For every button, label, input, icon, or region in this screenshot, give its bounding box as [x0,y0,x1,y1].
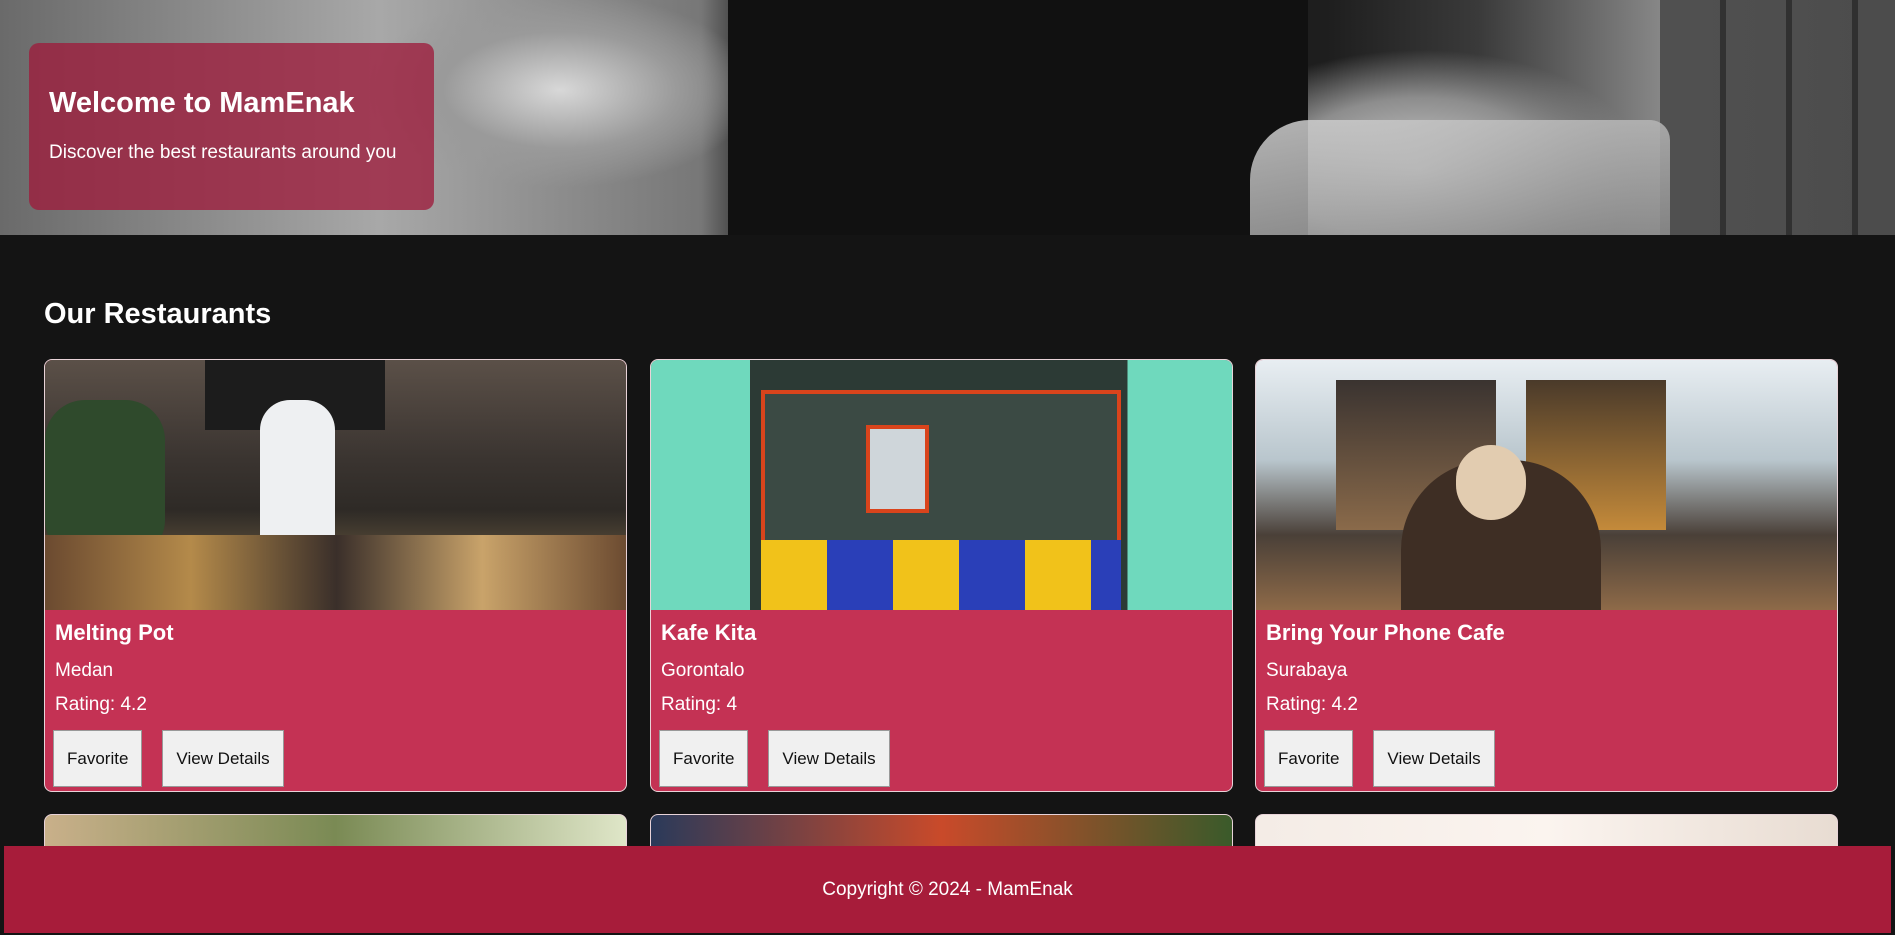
section-title: Our Restaurants [44,298,272,330]
welcome-title: Welcome to MamEnak [49,87,355,119]
view-details-button[interactable]: View Details [1373,730,1495,787]
welcome-box: Welcome to MamEnak Discover the best res… [29,43,434,210]
restaurant-card: Melting Pot Medan Rating: 4.2 Favorite V… [44,359,627,792]
hero-arm-detail [1250,120,1670,235]
restaurant-image [651,360,1232,610]
restaurant-name: Melting Pot [55,620,174,645]
restaurant-rating: Rating: 4 [661,694,738,715]
favorite-button[interactable]: Favorite [1264,730,1354,787]
favorite-button[interactable]: Favorite [659,730,749,787]
restaurant-card: Kafe Kita Gorontalo Rating: 4 Favorite V… [650,359,1233,792]
restaurant-image [1256,360,1837,610]
restaurant-image [45,360,626,610]
view-details-button[interactable]: View Details [768,730,890,787]
hero-banner: Welcome to MamEnak Discover the best res… [0,0,1895,235]
footer-copyright: Copyright © 2024 - MamEnak [822,878,1073,900]
restaurant-name: Kafe Kita [661,620,757,645]
hero-window-detail [1660,0,1895,235]
restaurant-rating: Rating: 4.2 [55,694,147,715]
restaurant-name: Bring Your Phone Cafe [1266,620,1505,645]
favorite-button[interactable]: Favorite [53,730,143,787]
restaurant-city: Medan [55,660,114,681]
restaurant-city: Gorontalo [661,660,745,681]
restaurant-city: Surabaya [1266,660,1348,681]
view-details-button[interactable]: View Details [162,730,284,787]
restaurant-card: Bring Your Phone Cafe Surabaya Rating: 4… [1255,359,1838,792]
welcome-subtitle: Discover the best restaurants around you [49,142,397,163]
hero-background-image [728,0,1308,235]
footer: Copyright © 2024 - MamEnak [4,846,1891,933]
restaurant-rating: Rating: 4.2 [1266,694,1358,715]
